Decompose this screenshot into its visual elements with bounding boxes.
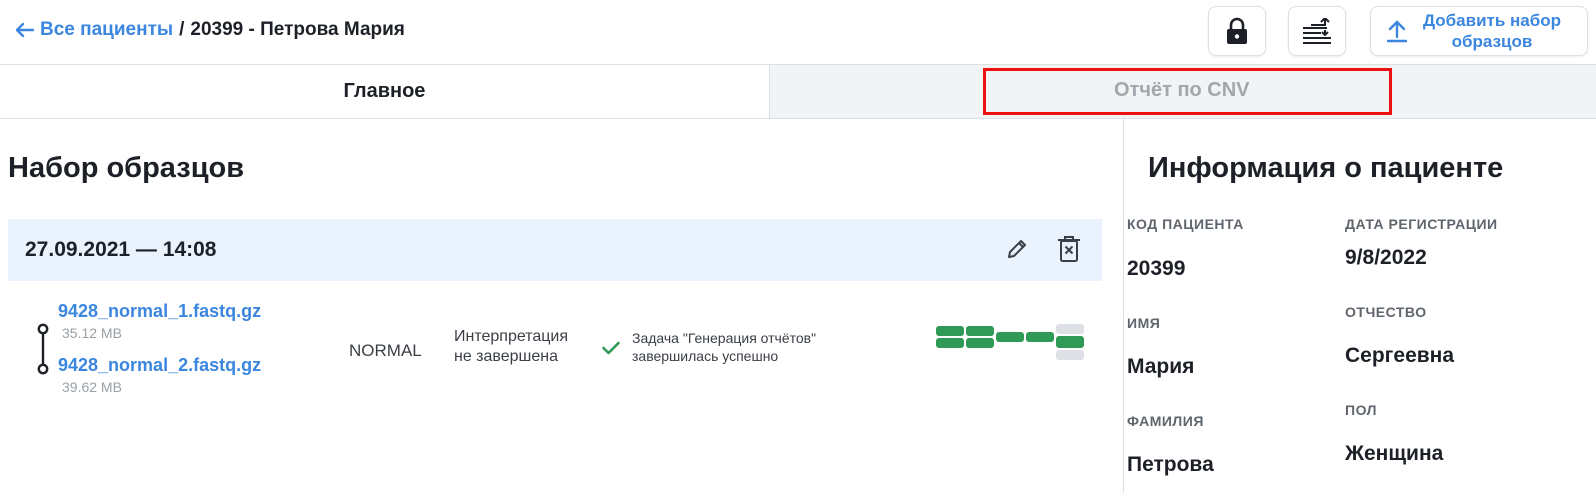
delete-sample-set-button[interactable]: [1054, 233, 1084, 265]
back-link-label: Все пациенты: [40, 19, 174, 40]
arrow-left-icon: [16, 23, 34, 37]
add-sample-set-label: Добавить набор образцов: [1422, 11, 1562, 51]
file-size: 39.62 MB: [62, 379, 122, 395]
patronymic-value: Сергеевна: [1345, 344, 1455, 367]
pipeline-progress-icon: [936, 324, 1084, 360]
tab-cnv-report[interactable]: Отчёт по CNV: [770, 65, 1596, 118]
sample-set-header: 27.09.2021 — 14:08: [8, 219, 1102, 281]
patronymic-label: ОТЧЕСТВО: [1345, 304, 1427, 320]
last-name-value: Петрова: [1127, 453, 1214, 476]
edit-sample-set-button[interactable]: [1002, 234, 1032, 264]
task-status-line: Задача "Генерация отчётов": [632, 330, 817, 346]
trash-icon: [1058, 236, 1080, 262]
first-name-value: Мария: [1127, 355, 1195, 378]
lock-icon: [1227, 17, 1247, 44]
sample-type: NORMAL: [349, 341, 422, 360]
interpretation-line: не завершена: [454, 348, 558, 365]
sample-row: 9428_normal_1.fastq.gz 35.12 MB 9428_nor…: [8, 291, 1102, 401]
sample-sets-panel: Набор образцов 27.09.2021 — 14:08 9428_n…: [0, 119, 1124, 493]
sample-set-datetime: 27.09.2021 — 14:08: [25, 238, 217, 261]
first-name-label: ИМЯ: [1127, 315, 1161, 331]
patient-code-label: КОД ПАЦИЕНТА: [1127, 216, 1244, 232]
back-to-patients-link[interactable]: Все пациенты: [16, 19, 173, 41]
file-size: 35.12 MB: [62, 325, 122, 341]
swap-list-button[interactable]: [1288, 6, 1346, 56]
add-sample-set-button[interactable]: Добавить набор образцов: [1370, 6, 1588, 56]
registration-date-value: 9/8/2022: [1345, 246, 1427, 269]
tab-bar: Главное Отчёт по CNV: [0, 64, 1596, 119]
sample-sets-title: Набор образцов: [8, 152, 245, 184]
highlight-box: [983, 68, 1392, 115]
interpretation-status: Интерпретация не завершена: [454, 327, 568, 367]
upload-icon: [1387, 19, 1407, 43]
patient-info-title: Информация о пациенте: [1148, 152, 1504, 184]
sex-label: ПОЛ: [1345, 402, 1377, 418]
tab-main-label: Главное: [343, 80, 426, 102]
swap-list-icon: [1303, 18, 1331, 44]
last-name-label: ФАМИЛИЯ: [1127, 413, 1204, 429]
patient-info-panel: Информация о пациенте КОД ПАЦИЕНТА 20399…: [1124, 119, 1596, 493]
breadcrumb-current-patient: 20399 - Петрова Мария: [190, 19, 405, 40]
lock-button[interactable]: [1208, 6, 1266, 56]
breadcrumb-separator: /: [179, 19, 185, 40]
file-link[interactable]: 9428_normal_2.fastq.gz: [58, 355, 261, 376]
page-header: Все пациенты / 20399 - Петрова Мария Доб…: [0, 0, 1596, 64]
registration-date-label: ДАТА РЕГИСТРАЦИИ: [1345, 216, 1498, 232]
patient-code-value: 20399: [1127, 257, 1186, 280]
breadcrumb: Все пациенты / 20399 - Петрова Мария: [16, 19, 405, 41]
file-item: 9428_normal_2.fastq.gz 39.62 MB: [58, 355, 261, 395]
file-pair-connector-icon: [37, 323, 49, 375]
interpretation-line: Интерпретация: [454, 328, 569, 345]
task-status-line: завершилась успешно: [632, 348, 779, 364]
check-icon: [602, 341, 620, 355]
tab-main[interactable]: Главное: [0, 65, 770, 118]
task-status: Задача "Генерация отчётов" завершилась у…: [602, 329, 816, 365]
sex-value: Женщина: [1345, 442, 1444, 465]
pencil-icon: [1008, 240, 1026, 258]
file-link[interactable]: 9428_normal_1.fastq.gz: [58, 301, 261, 322]
file-item: 9428_normal_1.fastq.gz 35.12 MB: [58, 301, 261, 341]
